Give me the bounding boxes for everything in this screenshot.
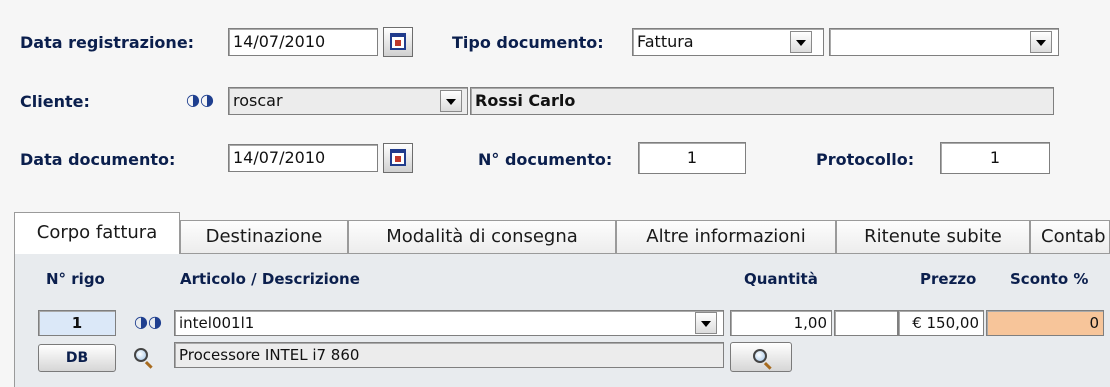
data-documento-input[interactable]: 14/07/2010 bbox=[228, 144, 378, 172]
calendar-button-registrazione[interactable] bbox=[383, 27, 413, 57]
col-prezzo: Prezzo bbox=[920, 270, 977, 288]
data-registrazione-input[interactable]: 14/07/2010 bbox=[228, 28, 378, 56]
cliente-code-value: roscar bbox=[233, 91, 283, 110]
chevron-down-icon[interactable] bbox=[1030, 31, 1052, 53]
n-rigo-field[interactable]: 1 bbox=[38, 310, 116, 336]
tipo-documento-label: Tipo documento: bbox=[452, 33, 604, 52]
descrizione-field: Processore INTEL i7 860 bbox=[174, 342, 724, 368]
calendar-icon bbox=[390, 149, 406, 166]
data-documento-label: Data documento: bbox=[20, 150, 176, 169]
chevron-down-icon[interactable] bbox=[695, 312, 717, 334]
tab-altre-informazioni[interactable]: Altre informazioni bbox=[616, 220, 836, 254]
cliente-code-select[interactable]: roscar bbox=[228, 87, 468, 115]
col-quantita: Quantità bbox=[744, 270, 818, 288]
tab-modalita-consegna[interactable]: Modalità di consegna bbox=[348, 220, 616, 254]
tab-contab[interactable]: Contab bbox=[1030, 220, 1110, 254]
chevron-down-icon[interactable] bbox=[790, 31, 812, 53]
tab-strip: Corpo fattura Destinazione Modalità di c… bbox=[14, 212, 1110, 254]
n-documento-label: N° documento: bbox=[478, 150, 613, 169]
chevron-down-icon[interactable] bbox=[440, 90, 462, 112]
tipo-documento-select-2[interactable] bbox=[829, 28, 1059, 56]
articolo-value: intel001l1 bbox=[179, 314, 255, 332]
tab-destinazione[interactable]: Destinazione bbox=[180, 220, 348, 254]
protocollo-label: Protocollo: bbox=[816, 150, 915, 169]
db-button[interactable]: DB bbox=[38, 344, 116, 372]
data-registrazione-label: Data registrazione: bbox=[20, 33, 195, 52]
calendar-icon bbox=[390, 33, 406, 50]
sconto-input[interactable]: 0 bbox=[986, 310, 1104, 336]
n-documento-input[interactable]: 1 bbox=[638, 142, 746, 174]
cliente-name-field: Rossi Carlo bbox=[470, 87, 1054, 115]
quantita-input[interactable]: 1,00 bbox=[730, 310, 832, 336]
cliente-label: Cliente: bbox=[20, 92, 90, 111]
binoculars-icon[interactable]: ◑◑ bbox=[186, 90, 214, 110]
search-description-button[interactable] bbox=[730, 342, 792, 372]
calendar-button-documento[interactable] bbox=[383, 143, 413, 173]
col-sconto: Sconto % bbox=[1010, 270, 1089, 288]
prezzo-input[interactable]: € 150,00 bbox=[898, 310, 984, 336]
articolo-select[interactable]: intel001l1 bbox=[174, 310, 724, 336]
protocollo-input[interactable]: 1 bbox=[940, 142, 1050, 174]
tab-ritenute-subite[interactable]: Ritenute subite bbox=[836, 220, 1030, 254]
col-articolo-descrizione: Articolo / Descrizione bbox=[180, 270, 360, 288]
tab-corpo-fattura[interactable]: Corpo fattura bbox=[14, 212, 180, 254]
col-n-rigo: N° rigo bbox=[46, 270, 105, 288]
quantita-secondary-input[interactable] bbox=[834, 310, 898, 336]
tipo-documento-value: Fattura bbox=[637, 32, 694, 51]
binoculars-icon[interactable]: ◑◑ bbox=[134, 312, 162, 332]
magnifier-icon bbox=[753, 349, 767, 363]
magnifier-icon[interactable] bbox=[134, 348, 148, 362]
